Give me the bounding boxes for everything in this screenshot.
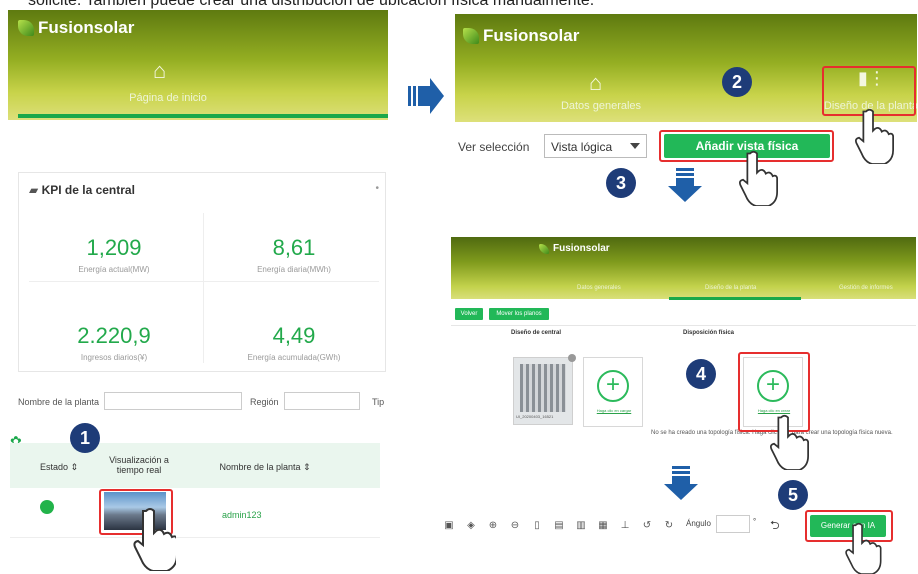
align-center-icon[interactable]: ▤ (550, 520, 568, 531)
leaf-icon (463, 28, 479, 44)
layout-toolbar: ▣ ◈ ⊕ ⊖ ▯ ▤ ▥ ▦ ⊥ ↺ ↻ (440, 514, 682, 536)
kpi-label: Energía diaria(MWh) (257, 265, 331, 274)
type-filter-label: Tip (372, 397, 385, 407)
kpi-more-icon[interactable]: • (375, 183, 379, 194)
distribute-icon[interactable]: ⊥ (616, 520, 634, 531)
fusionsolar-logo: Fusionsolar (18, 18, 134, 38)
brand-text: Fusionsolar (38, 18, 135, 37)
design-preview (520, 364, 566, 412)
arrow-down-icon (668, 168, 702, 202)
column-header-realtime: Visualización a tiempo real (109, 455, 169, 475)
upload-link[interactable]: Haga clic en cargar (586, 408, 642, 413)
region-filter-input[interactable] (284, 392, 360, 410)
move-plans-button[interactable]: Mover los planos (489, 308, 549, 320)
kpi-label: Energía acumulada(GWh) (247, 353, 341, 362)
physical-layout-panel: Fusionsolar Datos generales Diseño de la… (451, 237, 916, 457)
hand-pointer-icon (739, 150, 778, 206)
back-button[interactable]: Volver (455, 308, 483, 320)
home-icon[interactable]: ⌂ (589, 70, 602, 96)
align-left-icon[interactable]: ▯ (528, 520, 546, 531)
divider (451, 325, 916, 326)
save-icon[interactable]: ▣ (440, 520, 458, 531)
kpi-label: Energía actual(MW) (78, 265, 150, 274)
step-badge: 4 (686, 359, 716, 389)
physical-layout-section-label: Disposición física (683, 330, 735, 336)
intro-text: solicite. También puede crear una distri… (28, 0, 595, 9)
home-icon[interactable]: ⌂ (153, 58, 166, 84)
kpi-divider (203, 213, 204, 363)
hand-pointer-icon (845, 522, 882, 574)
angle-input[interactable] (716, 515, 750, 533)
plant-icon: ▰ (29, 183, 42, 197)
table-row (10, 488, 380, 538)
hand-pointer-icon (855, 108, 894, 164)
fusionsolar-logo: Fusionsolar (539, 243, 610, 254)
app-header: Fusionsolar Datos generales Diseño de la… (451, 237, 916, 299)
rotate-right-icon[interactable]: ↻ (660, 520, 678, 531)
plant-design-section-label: Diseño de central (511, 330, 562, 336)
kpi-title: ▰ KPI de la central (29, 183, 135, 197)
zoom-in-icon[interactable]: ⊕ (484, 520, 502, 531)
view-select-value: Vista lógica (551, 140, 613, 154)
step-badge: 2 (722, 67, 752, 97)
hand-pointer-icon (133, 508, 176, 571)
app-header: Fusionsolar ⌂ Página de inicio (8, 10, 388, 120)
align-top-icon[interactable]: ▥ (572, 520, 590, 531)
step-badge: 5 (778, 480, 808, 510)
design-caption: UI_20200403_16521 (516, 414, 554, 419)
step-badge: 3 (606, 168, 636, 198)
active-nav-indicator (18, 114, 388, 118)
brand-text: Fusionsolar (483, 26, 580, 45)
design-thumbnail[interactable]: UI_20200403_16521 (513, 354, 576, 425)
leaf-icon (18, 20, 34, 36)
align-bottom-icon[interactable]: ▦ (594, 520, 612, 531)
kpi-divider (29, 281, 379, 282)
plant-name-link[interactable]: admin123 (222, 510, 262, 520)
view-select[interactable]: Vista lógica (544, 134, 647, 158)
plus-icon[interactable]: + (597, 370, 629, 402)
undo-icon[interactable]: ⮌ (770, 516, 780, 537)
kpi-value: 1,209 (86, 235, 142, 260)
upload-design-card[interactable]: + Haga clic en cargar (583, 357, 643, 427)
rotate-left-icon[interactable]: ↺ (638, 520, 656, 531)
kpi-card: ▰ KPI de la central • 1,209 Energía actu… (18, 172, 386, 372)
column-header-status[interactable]: Estado ⇕ (24, 462, 94, 473)
leaf-icon (539, 243, 549, 254)
brand-text: Fusionsolar (553, 243, 610, 254)
nav-plant-design-label[interactable]: Diseño de la planta (705, 285, 756, 291)
status-indicator (40, 500, 54, 514)
column-header-plant-name[interactable]: Nombre de la planta ⇕ (200, 462, 330, 473)
plant-name-filter-label: Nombre de la planta (18, 397, 100, 407)
fusionsolar-logo: Fusionsolar (463, 26, 579, 46)
angle-label: Ángulo (686, 519, 711, 528)
arrow-down-icon (664, 466, 698, 500)
active-nav-indicator (669, 297, 801, 300)
eraser-icon[interactable]: ◈ (462, 520, 480, 531)
nav-overview-label[interactable]: Datos generales (541, 100, 661, 112)
arrow-right-icon (408, 78, 444, 114)
nav-reports-label[interactable]: Gestión de informes (839, 285, 893, 291)
nav-home-label[interactable]: Página de inicio (108, 92, 228, 104)
plant-name-filter-input[interactable] (104, 392, 242, 410)
kpi-value: 2.220,9 (77, 323, 151, 348)
hand-pointer-icon (770, 414, 809, 470)
angle-unit: ° (753, 517, 757, 526)
view-selection-label: Ver selección (458, 140, 530, 154)
kpi-value: 8,61 (272, 235, 316, 260)
chevron-down-icon (630, 143, 640, 149)
kpi-label: Ingresos diarios(¥) (80, 353, 148, 362)
zoom-out-icon[interactable]: ⊖ (506, 520, 524, 531)
region-filter-label: Región (250, 397, 279, 407)
step-badge: 1 (70, 423, 100, 453)
close-icon[interactable] (568, 354, 576, 362)
kpi-value: 4,49 (272, 323, 316, 348)
nav-overview-label[interactable]: Datos generales (577, 285, 621, 291)
